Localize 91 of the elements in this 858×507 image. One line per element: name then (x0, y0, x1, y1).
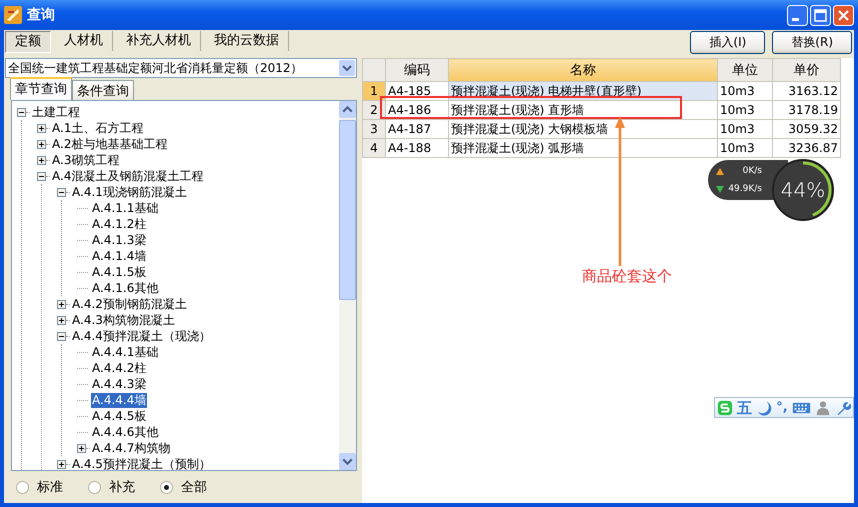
annotation-note: 商品砼套这个 (582, 267, 672, 286)
collapse-icon[interactable] (17, 108, 26, 116)
tree-item[interactable]: A.4.1.5板 (91, 264, 148, 280)
action-button[interactable]: 替换(R) (772, 31, 852, 54)
tree-item[interactable]: A.1土、石方工程 (51, 120, 144, 136)
tree-item[interactable]: A.4.4.3梁 (91, 376, 148, 392)
expand-icon[interactable] (57, 460, 66, 468)
expand-icon[interactable] (37, 140, 46, 148)
table-cell: A4-187 (386, 120, 448, 138)
table-cell: 3059.32 (772, 120, 840, 138)
close-icon[interactable] (833, 4, 854, 26)
tree-item[interactable]: A.2桩与地基基础工程 (51, 136, 168, 152)
tree-item[interactable]: A.4.1.1基础 (91, 200, 160, 216)
tab[interactable]: 人材机 (55, 31, 113, 51)
radio-label[interactable]: 标准 (37, 478, 63, 496)
tree-item[interactable]: A.4.4.2柱 (91, 360, 148, 376)
row-number[interactable]: 4 (362, 138, 386, 158)
usage-percent: 44% (780, 178, 826, 202)
tree-item[interactable]: A.4.1.2柱 (91, 216, 148, 232)
table-cell: 3178.19 (772, 100, 840, 120)
row-number[interactable]: 3 (362, 120, 386, 138)
collapse-icon[interactable] (57, 332, 66, 340)
radio-button[interactable] (16, 480, 29, 494)
tree-item[interactable]: A.4.4.6其他 (91, 424, 160, 440)
radio-label[interactable]: 补充 (109, 478, 135, 496)
tree-item[interactable]: A.4.1.3梁 (91, 232, 148, 248)
table-cell: A4-185 (386, 82, 448, 100)
collapse-icon[interactable] (37, 172, 46, 180)
maximize-icon[interactable] (810, 4, 831, 26)
tree-item[interactable]: A.4.2预制钢筋混凝土 (71, 296, 188, 312)
tree-item[interactable]: A.4.1.6其他 (91, 280, 160, 296)
expand-icon[interactable] (57, 300, 66, 308)
action-button[interactable]: 插入(I) (690, 31, 766, 54)
tab[interactable]: 定额 (5, 31, 51, 53)
punctuation-mode[interactable]: °, (776, 398, 788, 416)
radio-button[interactable] (88, 480, 101, 494)
radio-button[interactable] (160, 480, 173, 494)
download-speed: 49.9K/s (727, 184, 763, 194)
library-dropdown[interactable]: 全国统一建筑工程基础定额河北省消耗量定额（2012） (5, 58, 357, 78)
table-cell: 10m3 (718, 82, 772, 100)
table-cell: 10m3 (718, 100, 772, 120)
expand-icon[interactable] (57, 316, 66, 324)
table-cell: 3236.87 (772, 138, 840, 158)
scroll-up-icon[interactable] (339, 101, 356, 118)
table-cell: 预拌混凝土(现浇) 直形墙 (448, 100, 718, 120)
expand-icon[interactable] (37, 124, 46, 132)
upload-speed: 0K/s (742, 166, 763, 176)
minimize-icon[interactable] (787, 4, 808, 26)
tree-item[interactable]: A.4.4.7构筑物 (91, 440, 172, 456)
table-cell: A4-188 (386, 138, 448, 158)
expand-icon[interactable] (77, 444, 86, 452)
tree-item[interactable]: A.4混凝土及钢筋混凝土工程 (51, 168, 204, 184)
table-cell: A4-186 (386, 100, 448, 120)
download-arrow-icon (716, 186, 724, 192)
moon-icon[interactable] (756, 400, 772, 416)
tree-item[interactable]: A.4.4.4墙 (91, 392, 148, 408)
column-header[interactable]: 编码 (386, 58, 448, 82)
tab[interactable]: 补充人材机 (117, 31, 201, 51)
tree-item[interactable]: A.4.4.1基础 (91, 344, 160, 360)
wrench-icon[interactable] (834, 400, 851, 416)
s-logo-icon[interactable] (717, 400, 733, 416)
column-header[interactable]: 单位 (718, 58, 772, 82)
scroll-down-icon[interactable] (339, 453, 356, 470)
app-icon (4, 6, 22, 24)
person-icon[interactable] (814, 400, 831, 416)
tree-item[interactable]: A.3砌筑工程 (51, 152, 120, 168)
tree-item[interactable]: A.4.5预拌混凝土（预制） (71, 456, 212, 470)
tree-item[interactable]: A.4.3构筑物混凝土 (71, 312, 176, 328)
row-number[interactable]: 1 (362, 82, 386, 100)
table-cell: 预拌混凝土(现浇) 弧形墙 (448, 138, 718, 158)
tab[interactable]: 条件查询 (72, 80, 134, 100)
tree-item[interactable]: A.4.4预拌混凝土（现浇） (71, 328, 212, 344)
scroll-thumb[interactable] (339, 120, 356, 300)
column-header[interactable]: 名称 (448, 58, 718, 82)
input-mode[interactable]: 五 (737, 398, 752, 416)
column-header[interactable]: 单价 (772, 58, 840, 82)
scrollbar[interactable] (339, 101, 356, 470)
window-title: 查询 (27, 6, 56, 24)
tree-item[interactable]: A.4.1现浇钢筋混凝土 (71, 184, 188, 200)
table-cell: 10m3 (718, 138, 772, 158)
tree-item[interactable]: A.4.4.5板 (91, 408, 148, 424)
table-cell: 10m3 (718, 120, 772, 138)
tree-item[interactable]: 土建工程 (31, 104, 81, 120)
tab[interactable]: 我的云数据 (205, 31, 289, 51)
collapse-icon[interactable] (57, 188, 66, 196)
tab[interactable]: 章节查询 (10, 77, 72, 100)
tree-item[interactable]: A.4.1.4墙 (91, 248, 148, 264)
table-cell: 3163.12 (772, 82, 840, 100)
upload-arrow-icon (716, 168, 724, 174)
expand-icon[interactable] (37, 156, 46, 164)
radio-label[interactable]: 全部 (181, 478, 207, 496)
